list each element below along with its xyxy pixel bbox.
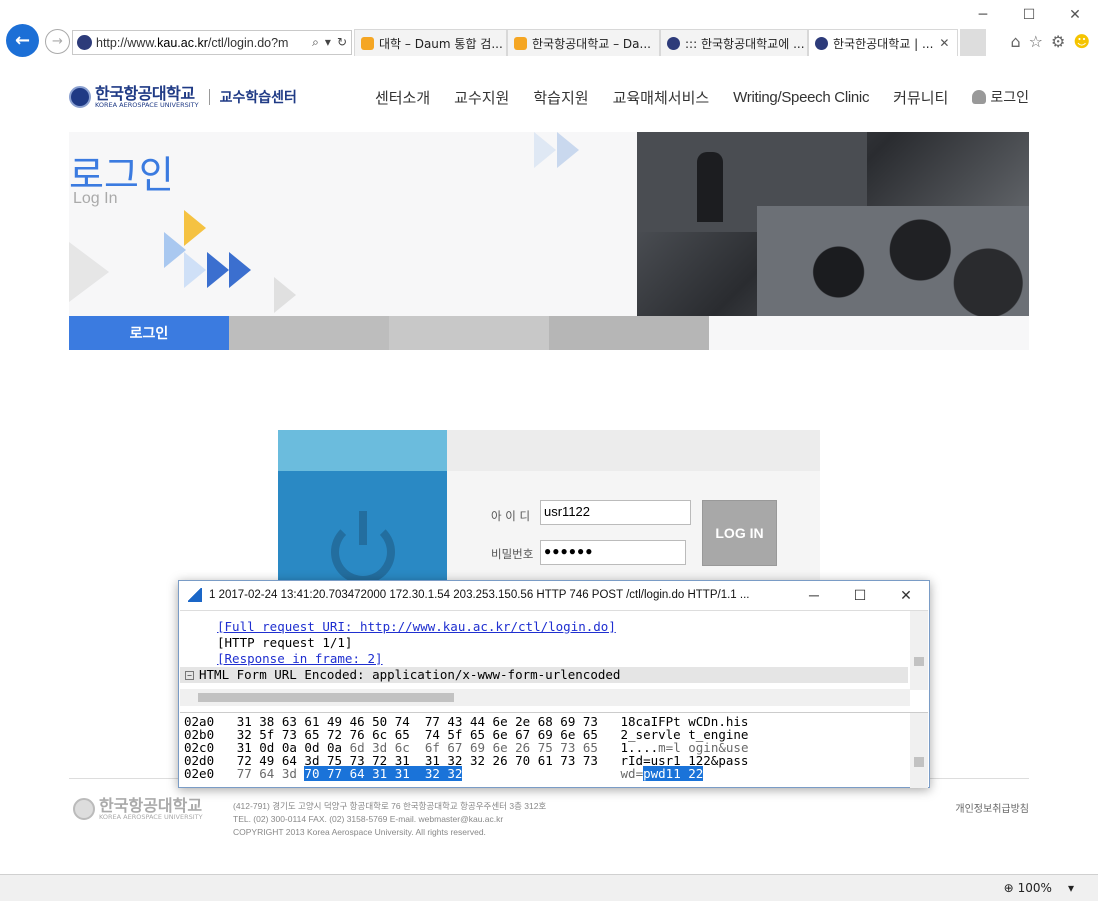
wireshark-title-bar: 1 2017-02-24 13:41:20.703472000 172.30.1…: [179, 581, 929, 609]
footer-address: (412-791) 경기도 고양시 덕양구 항공대학로 76 한국항공대학교 항…: [233, 801, 547, 837]
wireshark-packet-window: 1 2017-02-24 13:41:20.703472000 172.30.1…: [178, 580, 930, 788]
triangle-decoration: [557, 132, 579, 168]
zoom-dropdown-icon[interactable]: ▾: [1068, 881, 1074, 895]
university-logo[interactable]: 한국항공대학교 KOREA AEROSPACE UNIVERSITY: [95, 85, 199, 109]
detail-horizontal-scrollbar[interactable]: [180, 689, 910, 706]
daum-favicon-icon: [514, 36, 527, 50]
arrow-right-icon: →: [52, 34, 63, 49]
login-link[interactable]: 로그인: [972, 87, 1029, 107]
packet-summary: 1 2017-02-24 13:41:20.703472000 172.30.1…: [209, 589, 750, 601]
password-input[interactable]: ●●●●●●: [540, 540, 686, 565]
favorites-star-icon[interactable]: ☆: [1029, 32, 1043, 51]
arrow-left-icon: ←: [14, 30, 31, 51]
id-label: 아 이 디: [491, 509, 531, 523]
nav-writing-clinic[interactable]: Writing/Speech Clinic: [733, 89, 869, 106]
detail-vertical-scrollbar[interactable]: [910, 611, 928, 690]
http-request-node[interactable]: [HTTP request 1/1]: [217, 635, 352, 651]
bytes-vertical-scrollbar[interactable]: [910, 713, 928, 788]
zoom-level[interactable]: 100%: [1018, 881, 1052, 895]
daum-favicon-icon: [361, 36, 374, 50]
triangle-decoration: [184, 252, 206, 288]
home-icon[interactable]: ⌂: [1010, 32, 1020, 51]
password-label: 비밀번호: [491, 547, 534, 561]
close-button[interactable]: ✕: [883, 587, 929, 604]
maximize-button[interactable]: ☐: [837, 587, 883, 604]
user-icon: [972, 90, 987, 104]
site-header: 한국항공대학교 KOREA AEROSPACE UNIVERSITY 교수학습센…: [69, 82, 1029, 112]
nav-learning-support[interactable]: 학습지원: [533, 87, 588, 108]
university-logo-icon[interactable]: [69, 86, 91, 108]
new-tab-button[interactable]: [960, 29, 986, 56]
nav-media-service[interactable]: 교육매체서비스: [613, 87, 710, 108]
nav-center-intro[interactable]: 센터소개: [375, 87, 430, 108]
triangle-decoration: [534, 132, 556, 168]
minimize-button[interactable]: ─: [791, 587, 837, 603]
response-frame-link[interactable]: [Response in frame: 2]: [217, 651, 383, 667]
kau-favicon-icon: [815, 36, 828, 50]
feedback-smiley-icon[interactable]: ☻: [1073, 32, 1090, 51]
browser-toolbar: ← → http://www.kau.ac.kr/ctl/login.do?m …: [0, 22, 1098, 62]
tab-login[interactable]: 로그인: [69, 316, 229, 350]
collapse-icon[interactable]: −: [185, 671, 194, 680]
wireshark-fin-icon: [188, 588, 202, 602]
status-bar: ⊕ 100% ▾: [0, 874, 1098, 901]
address-bar[interactable]: http://www.kau.ac.kr/ctl/login.do?m ⌕ ▾ …: [72, 30, 352, 55]
logo-divider: [208, 89, 210, 105]
main-nav: 센터소개 교수지원 학습지원 교육매체서비스 Writing/Speech Cl…: [375, 87, 1029, 108]
triangle-decoration: [184, 210, 206, 246]
sub-nav-empty: [549, 316, 709, 350]
tab-daum-search[interactable]: 대학 – Daum 통합 검...: [354, 29, 507, 56]
forward-button[interactable]: →: [45, 29, 70, 54]
triangle-decoration: [164, 232, 186, 268]
site-favicon-icon: [77, 35, 92, 50]
triangle-decoration: [274, 277, 296, 313]
hex-row-selected: 02e0 77 64 3d 70 77 64 31 31 32 32 wd=pw…: [184, 766, 704, 781]
hero-banner: 로그인 Log In 로그인: [69, 132, 1029, 350]
tab-close-icon[interactable]: ✕: [939, 36, 949, 50]
nav-faculty-support[interactable]: 교수지원: [454, 87, 509, 108]
sub-nav-empty: [709, 316, 1029, 350]
tab-strip: 대학 – Daum 통합 검... 한국항공대학교 – Da... ::: 한국…: [354, 29, 986, 56]
site-footer: 한국항공대학교 KOREA AEROSPACE UNIVERSITY (412-…: [69, 798, 1029, 858]
lecture-photo: [637, 132, 1029, 316]
dropdown-icon[interactable]: ▾: [325, 35, 331, 50]
refresh-icon[interactable]: ↻: [337, 35, 347, 50]
gear-icon[interactable]: ⚙: [1051, 32, 1065, 51]
form-encoded-node[interactable]: − HTML Form URL Encoded: application/x-ww…: [180, 667, 908, 683]
tab-daum-kau[interactable]: 한국항공대학교 – Da...: [507, 29, 660, 56]
search-icon[interactable]: ⌕: [312, 35, 319, 50]
page-subtitle: Log In: [73, 190, 118, 207]
footer-logo: 한국항공대학교 KOREA AEROSPACE UNIVERSITY: [73, 798, 203, 821]
sub-nav-empty: [389, 316, 549, 350]
nav-community[interactable]: 커뮤니티: [893, 87, 948, 108]
id-input[interactable]: usr1122: [540, 500, 691, 525]
tab-kau-login[interactable]: 한국한공대학교 | ... ✕: [808, 29, 958, 56]
kau-favicon-icon: [667, 36, 680, 50]
sub-nav: 로그인: [69, 316, 1029, 350]
sub-nav-empty: [229, 316, 389, 350]
full-request-uri-link[interactable]: [Full request URI: http://www.kau.ac.kr/…: [217, 619, 616, 635]
privacy-policy-link[interactable]: 개인정보취급방침: [955, 800, 1029, 815]
center-name[interactable]: 교수학습센터: [220, 87, 297, 107]
zoom-icon: ⊕: [1003, 881, 1014, 895]
triangle-decoration: [69, 242, 109, 302]
tab-kau-welcome[interactable]: ::: 한국항공대학교에 ...: [660, 29, 808, 56]
back-button[interactable]: ←: [6, 24, 39, 57]
address-url: http://www.kau.ac.kr/ctl/login.do?m: [96, 35, 289, 50]
triangle-decoration: [229, 252, 251, 288]
packet-bytes-pane[interactable]: 02a0 31 38 63 61 49 46 50 74 77 43 44 6e…: [180, 712, 928, 788]
login-button[interactable]: LOG IN: [702, 500, 777, 566]
university-logo-icon: [73, 798, 95, 821]
triangle-decoration: [207, 252, 229, 288]
